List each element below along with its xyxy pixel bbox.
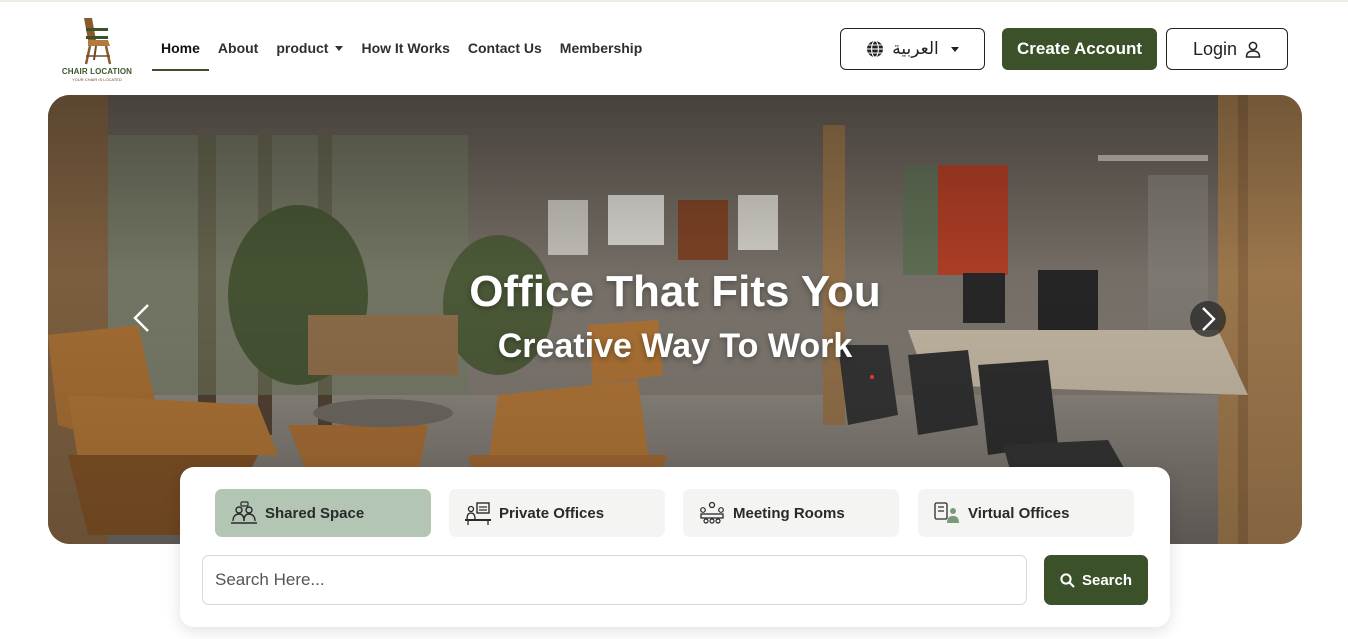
create-account-button[interactable]: Create Account [1002,28,1157,70]
nav-membership[interactable]: Membership [551,24,651,72]
shared-space-icon [231,501,257,524]
nav-contact-us[interactable]: Contact Us [459,24,551,72]
virtual-offices-icon [934,502,959,523]
nav-contact-us-label: Contact Us [467,40,542,56]
nav-membership-label: Membership [559,40,643,56]
brand-logo[interactable]: CHAIR LOCATION YOUR CHAIR IS LOCATED [58,16,136,84]
tab-private-offices-label: Private Offices [499,504,605,522]
chevron-left-icon [133,304,149,332]
nav-how-it-works-label: How It Works [361,40,450,56]
nav-home-label: Home [161,40,200,56]
nav-about-label: About [217,40,259,56]
language-selector[interactable]: العربية [840,28,985,70]
carousel-indicator [870,375,874,379]
tab-shared-space-label: Shared Space [265,504,365,522]
tab-shared-space[interactable]: Shared Space [215,489,431,537]
chair-logo-icon [84,18,112,65]
search-button[interactable]: Search [1044,555,1148,605]
meeting-rooms-icon [700,501,724,524]
nav-home[interactable]: Home [152,24,209,72]
hero-title: Office That Fits You [469,267,881,316]
search-card: Shared Space Private Offices Meeting Roo… [180,467,1170,627]
tab-meeting-rooms-label: Meeting Rooms [733,504,845,522]
brand-name: CHAIR LOCATION [61,67,133,76]
tab-virtual-offices-label: Virtual Offices [968,504,1070,522]
search-input[interactable] [202,555,1027,605]
search-button-label: Search [1081,571,1133,589]
main-nav: Home About product How It Works Contact … [152,24,651,72]
nav-product-label: product [276,40,329,56]
caret-down-icon [335,45,344,51]
site-header: CHAIR LOCATION YOUR CHAIR IS LOCATED Hom… [0,2,1348,94]
private-offices-icon [465,502,491,525]
carousel-next-button[interactable] [1190,301,1226,337]
nav-product[interactable]: product [267,24,352,72]
login-button[interactable]: Login [1166,28,1288,70]
tab-meeting-rooms[interactable]: Meeting Rooms [683,489,899,537]
login-label: Login [1192,38,1238,59]
search-icon [1060,572,1075,588]
tab-private-offices[interactable]: Private Offices [449,489,665,537]
nav-how-it-works[interactable]: How It Works [352,24,458,72]
globe-icon [867,40,884,58]
tab-virtual-offices[interactable]: Virtual Offices [918,489,1134,537]
nav-about[interactable]: About [209,24,267,72]
chevron-right-icon [1202,307,1216,331]
hero-subtitle: Creative Way To Work [497,327,853,365]
language-label: العربية [892,39,939,59]
caret-down-icon [950,46,959,52]
carousel-prev-button[interactable] [126,301,160,335]
brand-tagline: YOUR CHAIR IS LOCATED [72,77,122,82]
user-icon [1245,41,1261,58]
